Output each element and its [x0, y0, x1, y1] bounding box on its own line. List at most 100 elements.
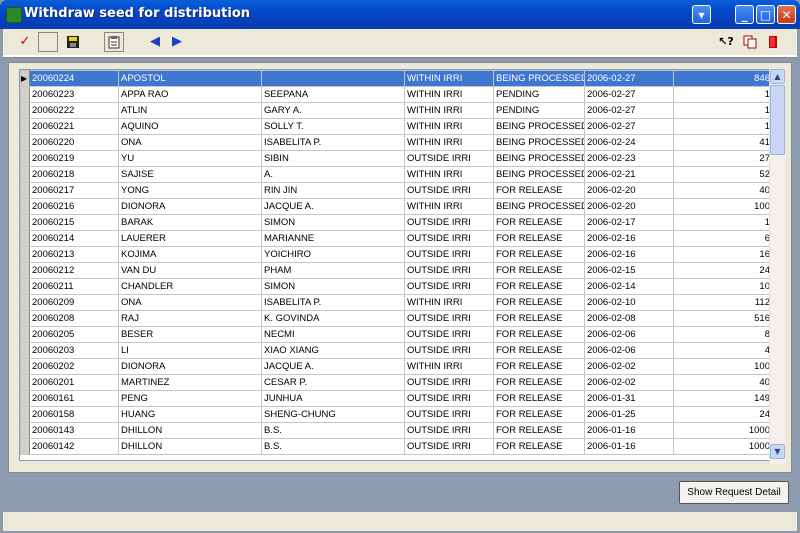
date-cell[interactable]: 2006-02-27 — [584, 70, 674, 87]
first-name-cell[interactable]: JUNHUA — [261, 390, 405, 407]
maximize-button[interactable]: □ — [756, 5, 775, 24]
location-cell[interactable]: OUTSIDE IRRI — [404, 278, 494, 295]
row-selector[interactable] — [20, 150, 30, 167]
row-selector[interactable] — [20, 214, 30, 231]
vertical-scrollbar[interactable]: ▲ ▼ — [769, 69, 785, 464]
row-selector[interactable] — [20, 326, 30, 343]
first-name-cell[interactable]: ISABELITA P. — [261, 134, 405, 151]
date-cell[interactable]: 2006-02-27 — [584, 86, 674, 103]
table-row[interactable]: 20060221 AQUINO SOLLY T. WITHIN IRRI BEING P… — [20, 118, 774, 135]
location-cell[interactable]: OUTSIDE IRRI — [404, 310, 494, 327]
location-cell[interactable]: OUTSIDE IRRI — [404, 150, 494, 167]
exit-icon[interactable] — [763, 32, 783, 52]
quantity-cell[interactable]: 40 — [673, 182, 774, 199]
quantity-cell[interactable]: 100 — [673, 198, 774, 215]
request-id-cell[interactable]: 20060202 — [29, 358, 119, 375]
status-cell[interactable]: FOR RELEASE — [493, 230, 585, 247]
date-cell[interactable]: 2006-02-27 — [584, 102, 674, 119]
row-selector[interactable]: ▶ — [20, 70, 30, 87]
request-id-cell[interactable]: 20060205 — [29, 326, 119, 343]
status-cell[interactable]: BEING PROCESSED — [493, 166, 585, 183]
table-row[interactable]: 20060142 DHILLON B.S. OUTSIDE IRRI FOR RELEA… — [20, 438, 774, 455]
status-cell[interactable]: FOR RELEASE — [493, 294, 585, 311]
blank-icon[interactable] — [38, 32, 58, 52]
title-bar[interactable]: Withdraw seed for distribution ▾ _ □ ✕ — [0, 0, 800, 29]
last-name-cell[interactable]: BESER — [118, 326, 262, 343]
row-selector[interactable] — [20, 422, 30, 439]
date-cell[interactable]: 2006-02-17 — [584, 214, 674, 231]
status-cell[interactable]: BEING PROCESSED — [493, 70, 585, 87]
request-id-cell[interactable]: 20060158 — [29, 406, 119, 423]
request-id-cell[interactable]: 20060221 — [29, 118, 119, 135]
location-cell[interactable]: WITHIN IRRI — [404, 70, 494, 87]
request-id-cell[interactable]: 20060212 — [29, 262, 119, 279]
last-name-cell[interactable]: MARTINEZ — [118, 374, 262, 391]
status-cell[interactable]: FOR RELEASE — [493, 278, 585, 295]
table-row[interactable]: 20060223 APPA RAO SEEPANA WITHIN IRRI PENDIN… — [20, 86, 774, 103]
row-selector[interactable] — [20, 390, 30, 407]
row-selector[interactable] — [20, 198, 30, 215]
status-cell[interactable]: FOR RELEASE — [493, 326, 585, 343]
date-cell[interactable]: 2006-02-23 — [584, 150, 674, 167]
status-cell[interactable]: FOR RELEASE — [493, 422, 585, 439]
quantity-cell[interactable]: 24 — [673, 262, 774, 279]
table-row[interactable]: 20060158 HUANG SHENG-CHUNG OUTSIDE IRRI FOR … — [20, 406, 774, 423]
scroll-up-button[interactable]: ▲ — [770, 69, 785, 84]
last-name-cell[interactable]: APPA RAO — [118, 86, 262, 103]
date-cell[interactable]: 2006-02-21 — [584, 166, 674, 183]
table-row[interactable]: 20060209 ONA ISABELITA P. WITHIN IRRI FOR RE… — [20, 294, 774, 311]
location-cell[interactable]: WITHIN IRRI — [404, 134, 494, 151]
location-cell[interactable]: OUTSIDE IRRI — [404, 374, 494, 391]
row-selector[interactable] — [20, 342, 30, 359]
location-cell[interactable]: OUTSIDE IRRI — [404, 262, 494, 279]
location-cell[interactable]: OUTSIDE IRRI — [404, 326, 494, 343]
dropdown-button[interactable]: ▾ — [692, 5, 711, 24]
date-cell[interactable]: 2006-02-20 — [584, 182, 674, 199]
scroll-down-button[interactable]: ▼ — [770, 444, 785, 459]
quantity-cell[interactable]: 16 — [673, 246, 774, 263]
request-id-cell[interactable]: 20060219 — [29, 150, 119, 167]
first-name-cell[interactable]: JACQUE A. — [261, 198, 405, 215]
location-cell[interactable]: OUTSIDE IRRI — [404, 422, 494, 439]
table-row[interactable]: 20060143 DHILLON B.S. OUTSIDE IRRI FOR RELEA… — [20, 422, 774, 439]
status-cell[interactable]: PENDING — [493, 86, 585, 103]
first-name-cell[interactable]: YOICHIRO — [261, 246, 405, 263]
status-cell[interactable]: BEING PROCESSED — [493, 134, 585, 151]
location-cell[interactable]: WITHIN IRRI — [404, 86, 494, 103]
quantity-cell[interactable]: 149 — [673, 390, 774, 407]
quantity-cell[interactable]: 52 — [673, 166, 774, 183]
table-row[interactable]: 20060208 RAJ K. GOVINDA OUTSIDE IRRI FOR REL… — [20, 310, 774, 327]
last-name-cell[interactable]: BARAK — [118, 214, 262, 231]
last-name-cell[interactable]: HUANG — [118, 406, 262, 423]
location-cell[interactable]: WITHIN IRRI — [404, 358, 494, 375]
row-selector[interactable] — [20, 246, 30, 263]
row-selector[interactable] — [20, 438, 30, 455]
last-name-cell[interactable]: ONA — [118, 134, 262, 151]
first-name-cell[interactable]: PHAM — [261, 262, 405, 279]
first-name-cell[interactable]: GARY A. — [261, 102, 405, 119]
check-icon[interactable]: ✓ — [15, 32, 35, 52]
request-id-cell[interactable]: 20060142 — [29, 438, 119, 455]
date-cell[interactable]: 2006-02-02 — [584, 358, 674, 375]
request-id-cell[interactable]: 20060220 — [29, 134, 119, 151]
status-cell[interactable]: FOR RELEASE — [493, 214, 585, 231]
prev-arrow-icon[interactable]: ◀ — [145, 32, 165, 52]
first-name-cell[interactable]: RIN JIN — [261, 182, 405, 199]
request-id-cell[interactable]: 20060223 — [29, 86, 119, 103]
status-cell[interactable]: FOR RELEASE — [493, 438, 585, 455]
request-id-cell[interactable]: 20060222 — [29, 102, 119, 119]
close-button[interactable]: ✕ — [777, 5, 796, 24]
last-name-cell[interactable]: ATLIN — [118, 102, 262, 119]
row-selector[interactable] — [20, 102, 30, 119]
date-cell[interactable]: 2006-02-06 — [584, 326, 674, 343]
date-cell[interactable]: 2006-01-25 — [584, 406, 674, 423]
quantity-cell[interactable]: 516 — [673, 310, 774, 327]
status-cell[interactable]: BEING PROCESSED — [493, 118, 585, 135]
last-name-cell[interactable]: ONA — [118, 294, 262, 311]
first-name-cell[interactable]: ISABELITA P. — [261, 294, 405, 311]
date-cell[interactable]: 2006-02-15 — [584, 262, 674, 279]
quantity-cell[interactable]: 27 — [673, 150, 774, 167]
table-row[interactable]: 20060212 VAN DU PHAM OUTSIDE IRRI FOR RELEAS… — [20, 262, 774, 279]
request-id-cell[interactable]: 20060213 — [29, 246, 119, 263]
status-cell[interactable]: FOR RELEASE — [493, 342, 585, 359]
